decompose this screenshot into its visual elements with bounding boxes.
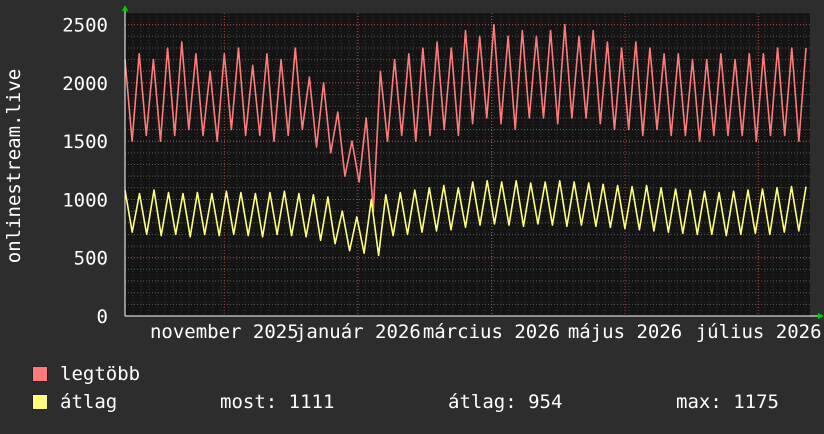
x-tick-label: november 2025	[150, 321, 299, 343]
stat-max: max: 1175	[676, 391, 779, 413]
x-tick-label: március 2026	[423, 321, 560, 343]
x-tick-label: július 2026	[696, 321, 822, 343]
y-tick-label: 1000	[62, 189, 108, 211]
y-tick-label: 1500	[62, 131, 108, 153]
chart: 0 500 1000 1500 2000 2500 november 2025 január …	[0, 0, 824, 430]
y-axis-arrow	[122, 5, 128, 11]
legend-swatch-max	[32, 366, 48, 382]
legend-item-avg: átlag	[32, 391, 117, 413]
stat-average: átlag: 954	[448, 391, 563, 413]
x-axis-arrow	[818, 313, 824, 319]
x-tick-label: május 2026	[568, 321, 682, 343]
y-tick-label: 2500	[62, 15, 108, 37]
y-axis-label: onlinestream.live	[3, 69, 25, 263]
legend-label-avg: átlag	[60, 391, 118, 413]
y-tick-label: 500	[74, 248, 108, 270]
legend-swatch-avg	[32, 394, 48, 410]
legend-item-max: legtöbb	[32, 363, 140, 385]
stat-current: most: 1111	[220, 391, 335, 413]
legend-label-max: legtöbb	[60, 363, 141, 385]
y-tick-label: 0	[97, 306, 108, 328]
x-tick-label: január 2026	[295, 321, 421, 343]
y-tick-label: 2000	[62, 73, 108, 95]
